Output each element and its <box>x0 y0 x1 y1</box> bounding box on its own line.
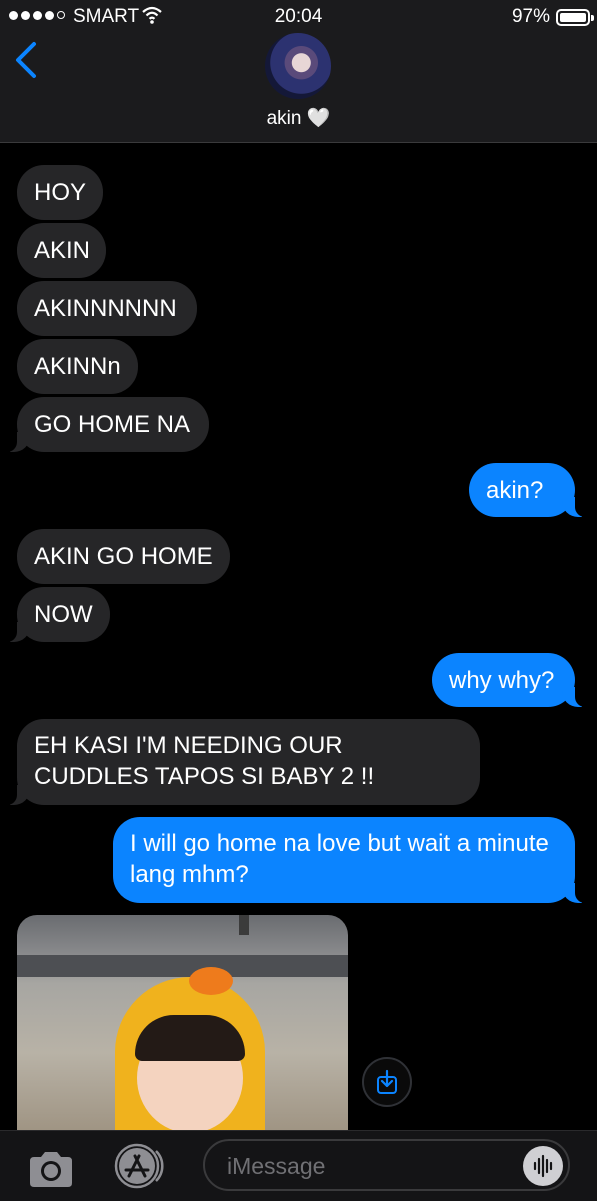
message-text: GO HOME NA <box>34 411 191 438</box>
message-text: HOY <box>34 179 87 206</box>
message-bubble-received[interactable]: AKIN GO HOME <box>17 529 230 584</box>
app-store-icon[interactable] <box>112 1143 168 1189</box>
message-text: AKINNNNNN <box>34 295 177 322</box>
message-bubble-received[interactable]: GO HOME NA <box>4 397 209 452</box>
status-bar: SMART 20:04 97% <box>0 0 597 36</box>
message-bubble-received[interactable]: AKINNNNNN <box>17 281 197 336</box>
contact-name[interactable]: akin 🤍 <box>0 106 597 130</box>
message-bubble-received[interactable]: EH KASI I'M NEEDING OUR CUDDLES TAPOS SI… <box>4 719 480 805</box>
message-text: why why? <box>449 667 555 694</box>
chevron-left-icon[interactable] <box>12 40 42 80</box>
message-input-placeholder: iMessage <box>227 1153 326 1179</box>
message-text: akin? <box>486 477 544 504</box>
share-icon <box>377 1069 397 1094</box>
message-bubble-received[interactable]: HOY <box>17 165 103 220</box>
message-text: I will go home na love but wait a minute… <box>130 830 549 888</box>
clock: 20:04 <box>274 6 323 27</box>
message-text: EH KASI I'M NEEDING OUR CUDDLES TAPOS SI… <box>34 732 375 790</box>
battery-icon <box>556 9 594 26</box>
message-bubble-sent[interactable]: I will go home na love but wait a minute… <box>113 817 588 903</box>
message-bubble-received[interactable]: NOW <box>4 587 110 642</box>
message-text: AKIN <box>34 237 91 264</box>
message-bubble-received[interactable]: AKIN <box>17 223 106 278</box>
message-text: NOW <box>34 601 93 628</box>
message-list[interactable]: HOY AKIN AKINNNNNN AKINNn GO HOME NA aki… <box>0 143 597 1133</box>
photo-attachment[interactable] <box>17 915 348 1133</box>
message-bubble-sent[interactable]: why why? <box>432 653 588 707</box>
message-bubble-received[interactable]: AKINNn <box>17 339 138 394</box>
camera-icon[interactable] <box>26 1149 76 1189</box>
avatar[interactable] <box>265 33 331 99</box>
battery-percent: 97% <box>511 6 550 27</box>
input-bar: iMessage <box>0 1130 597 1201</box>
audio-record-button[interactable] <box>523 1146 563 1186</box>
message-text: AKINNn <box>34 353 121 380</box>
message-bubble-sent[interactable]: akin? <box>469 463 588 517</box>
audio-waveform-icon <box>533 1154 553 1178</box>
share-button[interactable] <box>362 1057 412 1107</box>
message-text: AKIN GO HOME <box>34 543 213 570</box>
message-input[interactable]: iMessage <box>203 1139 570 1191</box>
